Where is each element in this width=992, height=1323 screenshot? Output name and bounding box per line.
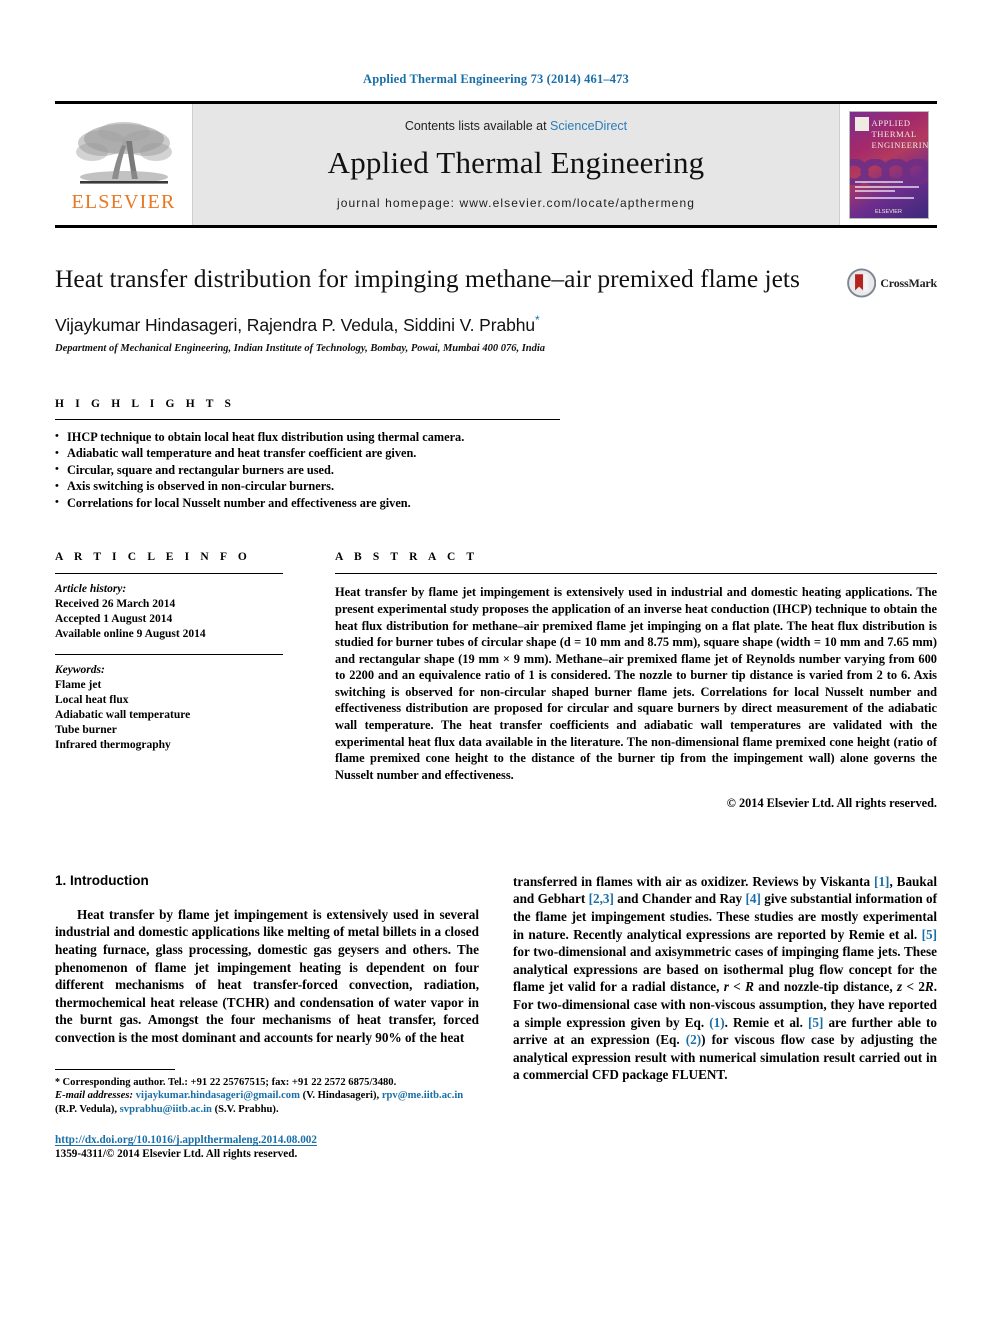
cover-art: APPLIED THERMAL ENGINEERING bbox=[848, 110, 929, 219]
list-item: Correlations for local Nusselt number an… bbox=[55, 494, 937, 512]
email-link[interactable]: rpv@me.iitb.ac.in bbox=[382, 1090, 463, 1101]
paragraph-text: < bbox=[728, 979, 746, 995]
keywords-divider bbox=[55, 654, 283, 656]
article-page: Applied Thermal Engineering 73 (2014) 46… bbox=[0, 0, 992, 1323]
corresponding-author-marker: * bbox=[535, 313, 540, 327]
cover-title-line-1: APPLIED bbox=[871, 117, 911, 128]
email-addresses-label: E-mail addresses: bbox=[55, 1090, 133, 1102]
title-block: CrossMark Heat transfer distribution for… bbox=[55, 264, 937, 354]
intro-paragraph-left: Heat transfer by flame jet impingement i… bbox=[55, 906, 479, 1045]
keyword-item: Local heat flux bbox=[55, 694, 129, 707]
keyword-item: Adiabatic wall temperature bbox=[55, 709, 191, 722]
crossmark-label: CrossMark bbox=[880, 275, 937, 290]
cover-title-line-2: THERMAL bbox=[871, 128, 917, 139]
elsevier-wordmark: ELSEVIER bbox=[71, 190, 176, 213]
elsevier-tree-icon bbox=[75, 121, 172, 184]
contents-prefix: Contents lists available at bbox=[404, 119, 551, 134]
keywords-label: Keywords: bbox=[55, 664, 105, 677]
sciencedirect-link[interactable]: ScienceDirect bbox=[550, 119, 627, 133]
footnote-marker: * bbox=[55, 1076, 63, 1088]
body-right-column: transferred in flames with air as oxidiz… bbox=[513, 873, 937, 1161]
keyword-item: Infrared thermography bbox=[55, 739, 171, 752]
article-history-block: Article history: Received 26 March 2014 … bbox=[55, 582, 283, 642]
email-person: (S.V. Prabhu) bbox=[214, 1103, 276, 1115]
cover-publisher-name: ELSEVIER bbox=[875, 208, 902, 215]
paragraph-text: and Chander and Ray bbox=[613, 891, 746, 907]
abstract-column: A B S T R A C T Heat transfer by flame j… bbox=[309, 551, 937, 811]
email-link[interactable]: vijaykumar.hindasageri@gmail.com bbox=[136, 1090, 300, 1101]
author-list: Vijaykumar Hindasageri, Rajendra P. Vedu… bbox=[55, 313, 937, 336]
journal-masthead: ELSEVIER Contents lists available at Sci… bbox=[55, 101, 937, 228]
keyword-item: Flame jet bbox=[55, 679, 102, 692]
highlights-divider bbox=[55, 418, 560, 420]
abstract-heading: A B S T R A C T bbox=[335, 551, 479, 564]
elsevier-logo: ELSEVIER bbox=[55, 104, 192, 225]
list-item: Adiabatic wall temperature and heat tran… bbox=[55, 445, 937, 462]
body-left-column: 1. Introduction Heat transfer by flame j… bbox=[55, 872, 479, 1161]
issn-copyright-line: 1359-4311/© 2014 Elsevier Ltd. All right… bbox=[55, 1148, 298, 1161]
intro-paragraph-right: transferred in flames with air as oxidiz… bbox=[513, 873, 937, 1084]
abstract-copyright: © 2014 Elsevier Ltd. All rights reserved… bbox=[726, 795, 937, 810]
keyword-item: Tube burner bbox=[55, 724, 117, 737]
citation-link[interactable]: [1] bbox=[874, 874, 889, 889]
keywords-block: Keywords: Flame jet Local heat flux Adia… bbox=[55, 663, 283, 753]
article-history-label: Article history: bbox=[55, 583, 127, 596]
math-symbol: R bbox=[745, 979, 754, 995]
body-columns: 1. Introduction Heat transfer by flame j… bbox=[55, 872, 937, 1161]
citation-link[interactable]: [5] bbox=[922, 927, 937, 942]
history-accepted: Accepted 1 August 2014 bbox=[55, 613, 173, 626]
highlights-heading: H I G H L I G H T S bbox=[55, 397, 236, 410]
running-head: Applied Thermal Engineering 73 (2014) 46… bbox=[363, 72, 629, 86]
cover-title-line-3: ENGINEERING bbox=[871, 139, 929, 150]
abstract-text: Heat transfer by flame jet impingement i… bbox=[335, 585, 937, 782]
citation-link[interactable]: [2,3] bbox=[589, 891, 614, 906]
paragraph-text: < 2 bbox=[902, 979, 925, 995]
article-info-heading: A R T I C L E I N F O bbox=[55, 551, 251, 564]
affiliation: Department of Mechanical Engineering, In… bbox=[55, 342, 546, 354]
cover-publisher-logo-icon bbox=[854, 116, 869, 131]
history-received: Received 26 March 2014 bbox=[55, 598, 176, 611]
citation-link[interactable]: [5] bbox=[808, 1015, 823, 1030]
paragraph-text: transferred in flames with air as oxidiz… bbox=[513, 873, 875, 889]
email-person: (R.P. Vedula) bbox=[55, 1103, 115, 1115]
journal-title: Applied Thermal Engineering bbox=[327, 145, 705, 181]
footnote-block: * Corresponding author. Tel.: +91 22 257… bbox=[55, 1068, 479, 1161]
crossmark-badge[interactable]: CrossMark bbox=[847, 262, 937, 304]
doi-link[interactable]: http://dx.doi.org/10.1016/j.applthermale… bbox=[55, 1134, 479, 1146]
cover-footer-lines bbox=[854, 181, 923, 202]
info-abstract-row: A R T I C L E I N F O Article history: R… bbox=[55, 551, 937, 811]
article-info-column: A R T I C L E I N F O Article history: R… bbox=[55, 551, 283, 811]
citation-link[interactable]: (1) bbox=[709, 1015, 724, 1030]
list-item: IHCP technique to obtain local heat flux… bbox=[55, 428, 937, 446]
masthead-center: Contents lists available at ScienceDirec… bbox=[192, 104, 840, 225]
math-symbol: R bbox=[924, 979, 934, 995]
citation-link[interactable]: (2) bbox=[686, 1032, 701, 1047]
highlights-section: H I G H L I G H T S IHCP technique to ob… bbox=[55, 398, 937, 512]
paragraph-text: and nozzle-tip distance, bbox=[753, 979, 897, 995]
paragraph-text: . Remie et al. bbox=[724, 1014, 808, 1030]
list-item: Axis switching is observed in non-circul… bbox=[55, 478, 937, 495]
history-online: Available online 9 August 2014 bbox=[55, 628, 206, 641]
crossmark-icon bbox=[847, 268, 877, 298]
author-names: Vijaykumar Hindasageri, Rajendra P. Vedu… bbox=[55, 314, 535, 335]
email-person: (V. Hindasageri) bbox=[302, 1090, 377, 1102]
contents-available-line: Contents lists available at ScienceDirec… bbox=[405, 119, 627, 133]
cover-title-text: APPLIED THERMAL ENGINEERING bbox=[871, 117, 929, 151]
footnote-divider bbox=[55, 1068, 175, 1070]
footnote-text: * Corresponding author. Tel.: +91 22 257… bbox=[55, 1076, 464, 1115]
page-title: Heat transfer distribution for impinging… bbox=[55, 264, 800, 293]
citation-link[interactable]: [4] bbox=[746, 891, 761, 906]
article-info-divider bbox=[55, 573, 283, 575]
highlights-list: IHCP technique to obtain local heat flux… bbox=[55, 428, 937, 512]
abstract-divider bbox=[335, 573, 937, 575]
section-heading-introduction: 1. Introduction bbox=[55, 872, 149, 888]
corresponding-author-note: Corresponding author. Tel.: +91 22 25767… bbox=[62, 1076, 397, 1088]
journal-homepage[interactable]: journal homepage: www.elsevier.com/locat… bbox=[337, 196, 695, 210]
list-item: Circular, square and rectangular burners… bbox=[55, 461, 937, 479]
journal-cover-thumbnail: APPLIED THERMAL ENGINEERING bbox=[840, 104, 937, 225]
email-link[interactable]: svprabhu@iitb.ac.in bbox=[120, 1104, 212, 1115]
